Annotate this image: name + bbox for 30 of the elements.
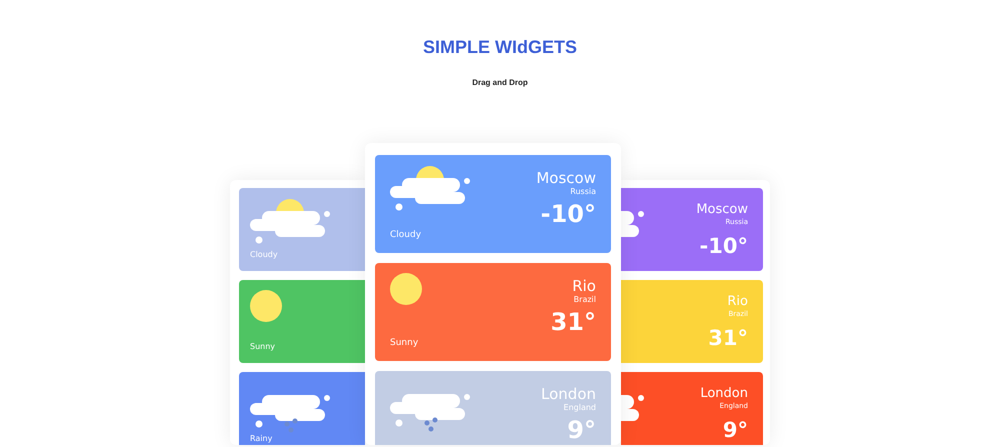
country-name: Russia [570,187,596,198]
temperature: 9° [567,418,596,442]
temperature: -10° [540,202,596,226]
city-name: London [541,384,596,404]
country-name: Brazil [574,295,596,306]
weather-card[interactable]: London England 9° [375,370,611,444]
condition-label: Rainy [250,432,274,444]
page-title: SIMPLE WIdGETS [422,36,577,58]
temperature: -10° [700,236,748,256]
temperature: 31° [550,310,596,334]
weather-card[interactable]: Sunny Rio Brazil 31° [375,262,611,360]
condition-label: Sunny [250,340,276,352]
weather-card[interactable]: Cloudy Moscow Russia -10° [375,154,611,252]
condition-label: Cloudy [390,229,422,242]
country-name: England [564,403,596,414]
weather-card[interactable]: Sunny [239,280,365,362]
weather-card[interactable]: Rainy [239,372,365,444]
temperature: 9° [722,420,748,440]
page-subtitle: Drag and Drop [472,76,528,88]
temperature: 31° [708,328,748,348]
weather-card[interactable]: Cloudy [239,188,365,270]
sun-icon [390,272,422,304]
city-name: Moscow [536,168,596,188]
city-name: London [700,386,748,402]
condition-label: Cloudy [250,248,279,260]
city-name: Moscow [696,202,748,218]
city-name: Rio [572,276,596,296]
sun-icon [250,290,282,322]
condition-label: Sunny [390,337,420,350]
city-name: Rio [727,294,748,310]
